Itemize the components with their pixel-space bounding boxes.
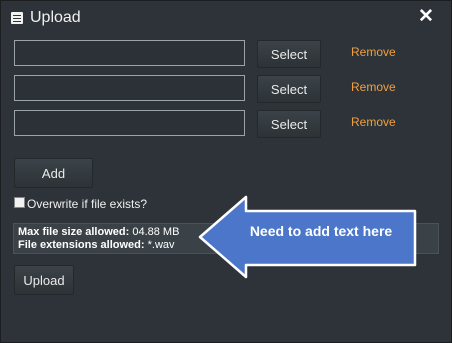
max-size-label: Max file size allowed:	[18, 226, 130, 238]
file-path-input-3[interactable]	[14, 110, 245, 136]
add-button[interactable]: Add	[14, 158, 93, 188]
max-size-line: Max file size allowed: 04.88 MB	[18, 226, 179, 238]
callout-text: Need to add text here	[249, 223, 393, 239]
extensions-label: File extensions allowed:	[18, 239, 145, 251]
file-path-input-2[interactable]	[14, 75, 245, 101]
dialog-titlebar: Upload ✕	[1, 1, 451, 35]
upload-dialog: Upload ✕ Select Remove Select Remove Sel…	[0, 0, 452, 343]
overwrite-checkbox[interactable]	[14, 197, 25, 208]
remove-link-1[interactable]: Remove	[351, 45, 396, 59]
select-button-1[interactable]: Select	[257, 40, 321, 68]
remove-link-3[interactable]: Remove	[351, 115, 396, 129]
max-size-value: 04.88 MB	[132, 226, 180, 238]
extensions-line: File extensions allowed: *.wav	[18, 239, 175, 251]
remove-link-2[interactable]: Remove	[351, 80, 396, 94]
select-button-3[interactable]: Select	[257, 110, 321, 138]
extensions-value: *.wav	[147, 239, 175, 251]
dialog-title: Upload	[30, 9, 81, 26]
upload-button[interactable]: Upload	[14, 265, 74, 295]
list-document-icon	[11, 12, 23, 24]
close-icon[interactable]: ✕	[415, 6, 437, 28]
file-path-input-1[interactable]	[14, 40, 245, 66]
overwrite-label: Overwrite if file exists?	[27, 197, 148, 211]
select-button-2[interactable]: Select	[257, 75, 321, 103]
